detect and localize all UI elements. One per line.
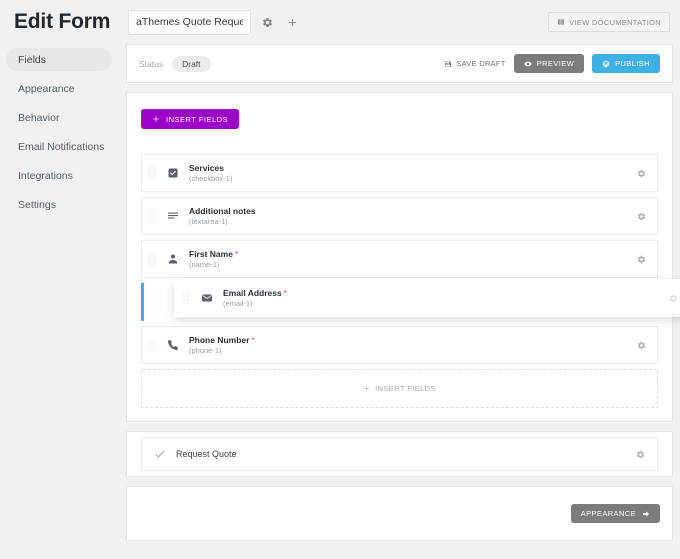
checkbox-icon — [165, 166, 180, 181]
field-label: First Name * — [189, 249, 239, 259]
arrow-right-icon — [642, 510, 650, 518]
publish-button[interactable]: PUBLISH — [592, 54, 660, 73]
field-slug: (email-1) — [223, 299, 253, 308]
plus-icon — [287, 17, 298, 28]
view-documentation-button[interactable]: VIEW DOCUMENTATION — [548, 12, 670, 32]
main-content: Status Draft SAVE DRAFT PREVIEW PUBLISH … — [126, 44, 680, 559]
insert-fields-label: INSERT FIELDS — [166, 114, 229, 124]
drag-placeholder: Email Address * (email-1) — [141, 279, 680, 321]
page-title: Edit Form — [14, 10, 111, 33]
field-text: First Name * (name-1) — [189, 249, 238, 269]
sidebar-item-integrations[interactable]: Integrations — [6, 164, 112, 187]
drop-indicator — [141, 283, 144, 321]
sidebar-item-behavior[interactable]: Behavior — [6, 106, 112, 129]
sidebar-item-label: Email Notifications — [18, 140, 105, 153]
sidebar-item-label: Settings — [18, 198, 56, 211]
submit-button-label: Request Quote — [176, 449, 237, 459]
publish-label: PUBLISH — [615, 59, 650, 68]
form-settings-button[interactable] — [258, 13, 276, 31]
sidebar: Fields Appearance Behavior Email Notific… — [0, 44, 118, 559]
footer-panel: APPEARANCE — [126, 486, 673, 541]
table-row[interactable]: Phone Number * (phone-1) — [141, 326, 658, 364]
table-row[interactable]: Services (checkbox-1) — [141, 154, 658, 192]
sidebar-item-email-notifications[interactable]: Email Notifications — [6, 135, 112, 158]
appearance-next-button[interactable]: APPEARANCE — [570, 504, 660, 523]
sidebar-item-fields[interactable]: Fields — [6, 48, 112, 71]
insert-fields-bar: INSERT FIELDS — [127, 93, 672, 145]
gear-icon[interactable] — [666, 291, 680, 305]
top-bar: Edit Form VI — [0, 0, 680, 44]
gear-icon[interactable] — [633, 447, 647, 461]
drag-handle-icon[interactable] — [183, 291, 191, 305]
save-draft-button[interactable]: SAVE DRAFT — [444, 59, 506, 68]
edit-form-app: Edit Form VI — [0, 0, 680, 559]
field-slug: (phone-1) — [189, 346, 222, 355]
field-slug: (checkbox-1) — [189, 174, 233, 183]
dropzone-label: INSERT FIELDS — [375, 384, 436, 393]
view-documentation-label: VIEW DOCUMENTATION — [569, 17, 661, 27]
sidebar-item-label: Appearance — [18, 82, 75, 95]
table-row[interactable]: Additional notes (textarea-1) — [141, 197, 658, 235]
sidebar-item-label: Fields — [18, 53, 47, 66]
gear-icon — [262, 17, 273, 28]
required-marker: * — [283, 288, 288, 298]
sidebar-item-label: Behavior — [18, 111, 60, 124]
field-label: Additional notes — [189, 206, 256, 216]
insert-fields-dropzone[interactable]: INSERT FIELDS — [141, 369, 658, 408]
field-label: Phone Number * — [189, 335, 255, 345]
phone-icon — [165, 338, 180, 353]
fields-panel: INSERT FIELDS Services (checkbox-1) Addi… — [126, 92, 680, 422]
field-list: Services (checkbox-1) Additional notes (… — [127, 145, 680, 421]
globe-icon — [602, 60, 610, 68]
envelope-icon — [199, 291, 214, 306]
sidebar-item-label: Integrations — [18, 169, 73, 182]
preview-label: PREVIEW — [536, 59, 575, 68]
sidebar-item-appearance[interactable]: Appearance — [6, 77, 112, 100]
form-title-input[interactable] — [128, 9, 251, 35]
person-icon — [165, 252, 180, 267]
drag-handle-icon[interactable] — [149, 338, 157, 352]
gear-icon[interactable] — [634, 252, 648, 266]
sidebar-item-settings[interactable]: Settings — [6, 193, 112, 216]
drag-handle-icon[interactable] — [149, 166, 157, 180]
gear-icon[interactable] — [634, 166, 648, 180]
field-slug: (textarea-1) — [189, 217, 228, 226]
save-draft-label: SAVE DRAFT — [456, 59, 506, 68]
topbar-right-actions: VIEW DOCUMENTATION — [548, 12, 670, 32]
table-row[interactable]: First Name * (name-1) — [141, 240, 658, 278]
check-icon — [152, 447, 167, 462]
field-text: Email Address * (email-1) — [223, 288, 287, 308]
floppy-icon — [444, 60, 452, 68]
drag-handle-icon[interactable] — [149, 252, 157, 266]
required-marker: * — [251, 335, 255, 345]
field-label: Email Address * — [223, 288, 288, 298]
dragged-field-card[interactable]: Email Address * (email-1) — [174, 279, 680, 317]
status-panel: Status Draft SAVE DRAFT PREVIEW PUBLISH — [126, 44, 673, 83]
status-badge: Draft — [172, 55, 211, 72]
field-label: Services — [189, 163, 224, 173]
status-actions: SAVE DRAFT PREVIEW PUBLISH — [444, 54, 660, 73]
insert-fields-button[interactable]: INSERT FIELDS — [141, 109, 240, 129]
book-icon — [557, 18, 565, 26]
submit-panel: Request Quote — [126, 431, 673, 477]
field-text: Additional notes (textarea-1) — [189, 206, 256, 226]
drag-handle-icon[interactable] — [149, 209, 157, 223]
plus-icon — [152, 115, 160, 123]
status-label: Status — [139, 58, 164, 69]
plus-icon — [363, 385, 370, 392]
submit-row[interactable]: Request Quote — [141, 437, 658, 471]
preview-button[interactable]: PREVIEW — [513, 54, 585, 73]
field-text: Services (checkbox-1) — [189, 163, 232, 183]
gear-icon[interactable] — [634, 338, 648, 352]
add-form-button[interactable] — [283, 13, 301, 31]
textarea-icon — [165, 209, 180, 224]
field-slug: (name-1) — [189, 260, 220, 269]
eye-icon — [524, 60, 532, 68]
field-text: Phone Number * (phone-1) — [189, 335, 255, 355]
appearance-label: APPEARANCE — [580, 509, 636, 518]
required-marker: * — [234, 249, 239, 259]
gear-icon[interactable] — [634, 209, 648, 223]
